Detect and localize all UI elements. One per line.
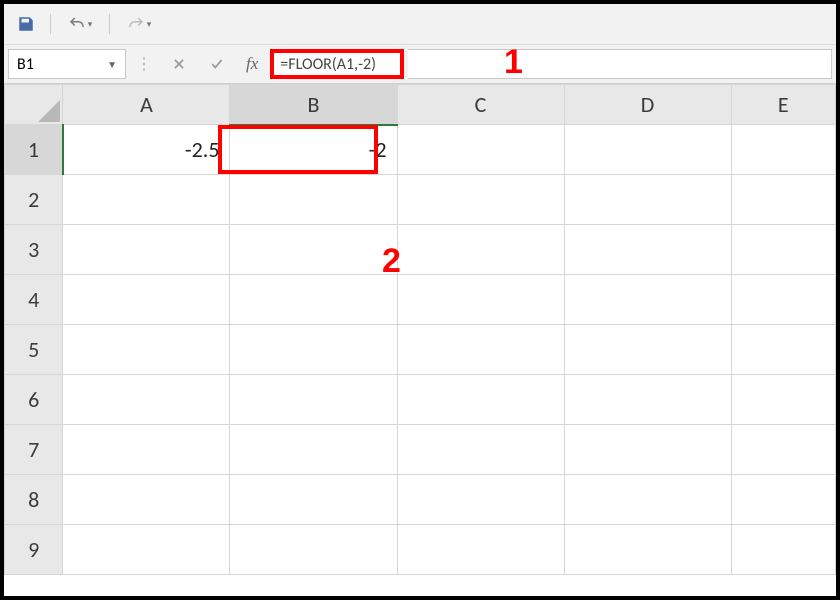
- cell-D7[interactable]: [564, 425, 731, 475]
- cell-B9[interactable]: [230, 525, 397, 575]
- save-icon[interactable]: [12, 10, 40, 38]
- separator: [50, 14, 51, 34]
- insert-function-icon[interactable]: fx: [238, 54, 266, 74]
- row-head-2[interactable]: 2: [5, 175, 63, 225]
- annotation-1: 1: [504, 43, 523, 82]
- cell-C4[interactable]: [397, 275, 564, 325]
- undo-icon[interactable]: ▾: [61, 10, 99, 38]
- chevron-down-icon[interactable]: ▾: [88, 19, 93, 30]
- cell-C9[interactable]: [397, 525, 564, 575]
- redo-icon[interactable]: ▾: [120, 10, 158, 38]
- cell-E3[interactable]: [731, 225, 835, 275]
- cell-A9[interactable]: [63, 525, 230, 575]
- cell-A8[interactable]: [63, 475, 230, 525]
- formula-input[interactable]: =FLOOR(A1,-2): [270, 49, 404, 79]
- cell-C8[interactable]: [397, 475, 564, 525]
- cell-E9[interactable]: [731, 525, 835, 575]
- cell-A5[interactable]: [63, 325, 230, 375]
- drag-handle-icon[interactable]: ⋮: [130, 54, 158, 74]
- cell-A2[interactable]: [63, 175, 230, 225]
- enter-icon[interactable]: [200, 49, 234, 79]
- cell-E6[interactable]: [731, 375, 835, 425]
- cancel-icon[interactable]: [162, 49, 196, 79]
- cell-C1[interactable]: [397, 125, 564, 175]
- cell-C5[interactable]: [397, 325, 564, 375]
- separator: [109, 14, 110, 34]
- cell-C7[interactable]: [397, 425, 564, 475]
- chevron-down-icon[interactable]: ▾: [147, 19, 152, 30]
- cell-C6[interactable]: [397, 375, 564, 425]
- row-head-6[interactable]: 6: [5, 375, 63, 425]
- cell-B4[interactable]: [230, 275, 397, 325]
- col-head-A[interactable]: A: [63, 85, 230, 125]
- cell-A3[interactable]: [63, 225, 230, 275]
- cell-E1[interactable]: [731, 125, 835, 175]
- select-all-corner[interactable]: [5, 85, 63, 125]
- cell-D4[interactable]: [564, 275, 731, 325]
- formula-bar: B1 ▼ ⋮ fx =FLOOR(A1,-2) 1: [4, 44, 836, 84]
- cell-D5[interactable]: [564, 325, 731, 375]
- cell-D9[interactable]: [564, 525, 731, 575]
- cell-B1[interactable]: -2: [230, 125, 397, 175]
- cell-D2[interactable]: [564, 175, 731, 225]
- cell-D3[interactable]: [564, 225, 731, 275]
- row-head-1[interactable]: 1: [5, 125, 63, 175]
- cell-C2[interactable]: [397, 175, 564, 225]
- cell-B2[interactable]: [230, 175, 397, 225]
- row-head-9[interactable]: 9: [5, 525, 63, 575]
- col-head-D[interactable]: D: [564, 85, 731, 125]
- grid: A B C D E 1 -2.5 -2 2 3 4 5 6 7 8 9: [4, 84, 836, 575]
- cell-B6[interactable]: [230, 375, 397, 425]
- row-head-4[interactable]: 4: [5, 275, 63, 325]
- cell-A7[interactable]: [63, 425, 230, 475]
- annotation-2: 2: [382, 242, 401, 281]
- col-head-C[interactable]: C: [397, 85, 564, 125]
- row-head-5[interactable]: 5: [5, 325, 63, 375]
- cell-E8[interactable]: [731, 475, 835, 525]
- row-head-7[interactable]: 7: [5, 425, 63, 475]
- cell-E2[interactable]: [731, 175, 835, 225]
- row-head-3[interactable]: 3: [5, 225, 63, 275]
- cell-B8[interactable]: [230, 475, 397, 525]
- quick-access-toolbar: ▾ ▾: [4, 4, 836, 44]
- name-box-value: B1: [17, 55, 34, 74]
- col-head-B[interactable]: B: [230, 85, 397, 125]
- cell-B5[interactable]: [230, 325, 397, 375]
- col-head-E[interactable]: E: [731, 85, 835, 125]
- cell-A6[interactable]: [63, 375, 230, 425]
- row-head-8[interactable]: 8: [5, 475, 63, 525]
- cell-C3[interactable]: [397, 225, 564, 275]
- cell-A1[interactable]: -2.5: [63, 125, 230, 175]
- cell-E7[interactable]: [731, 425, 835, 475]
- cell-D1[interactable]: [564, 125, 731, 175]
- worksheet: A B C D E 1 -2.5 -2 2 3 4 5 6 7 8 9 2: [4, 84, 836, 575]
- chevron-down-icon[interactable]: ▼: [107, 58, 117, 71]
- name-box[interactable]: B1 ▼: [8, 49, 126, 79]
- cell-D8[interactable]: [564, 475, 731, 525]
- formula-input-tail[interactable]: [408, 49, 832, 79]
- cell-D6[interactable]: [564, 375, 731, 425]
- formula-text: =FLOOR(A1,-2): [280, 55, 376, 74]
- cell-B3[interactable]: [230, 225, 397, 275]
- cell-B7[interactable]: [230, 425, 397, 475]
- cell-A4[interactable]: [63, 275, 230, 325]
- cell-E4[interactable]: [731, 275, 835, 325]
- cell-E5[interactable]: [731, 325, 835, 375]
